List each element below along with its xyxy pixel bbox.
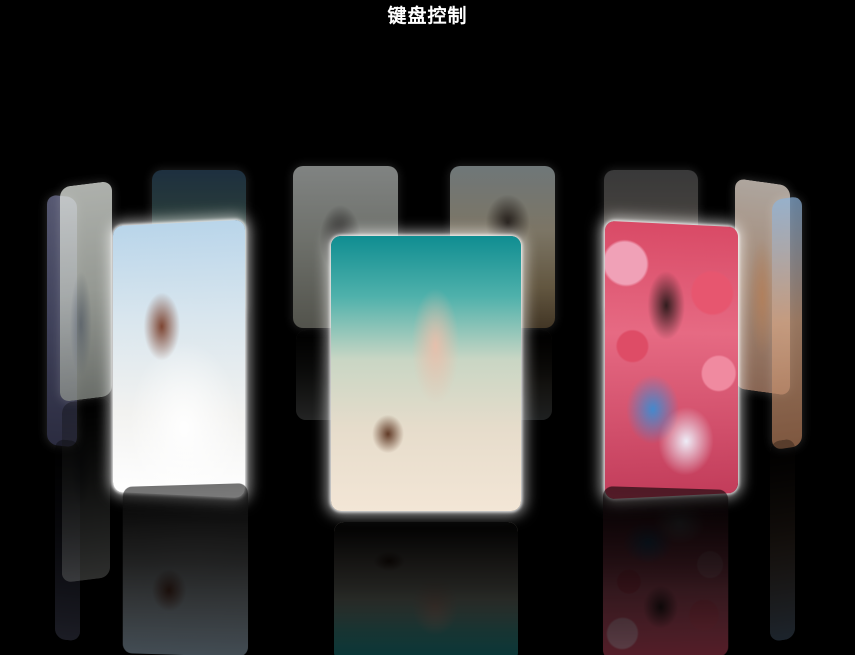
photo-card-left-arch[interactable] bbox=[60, 180, 112, 403]
photo-card-far-right-reflection bbox=[770, 438, 795, 642]
photo-card-front-center-reflection bbox=[334, 522, 518, 655]
page-title: 键盘控制 bbox=[387, 5, 468, 27]
photo-card-front-left-reflection bbox=[122, 483, 249, 655]
photo-card-front-right-roses[interactable] bbox=[604, 220, 738, 500]
photo-card-far-right[interactable] bbox=[772, 195, 802, 451]
photo-card-left-arch-reflection bbox=[62, 397, 110, 583]
photo-card-front-left-wedding[interactable] bbox=[112, 219, 246, 499]
photo-card-front-right-reflection bbox=[602, 486, 729, 655]
photo-card-front-center-underwater[interactable] bbox=[331, 236, 521, 511]
carousel-stage: 键盘控制 bbox=[0, 0, 855, 655]
